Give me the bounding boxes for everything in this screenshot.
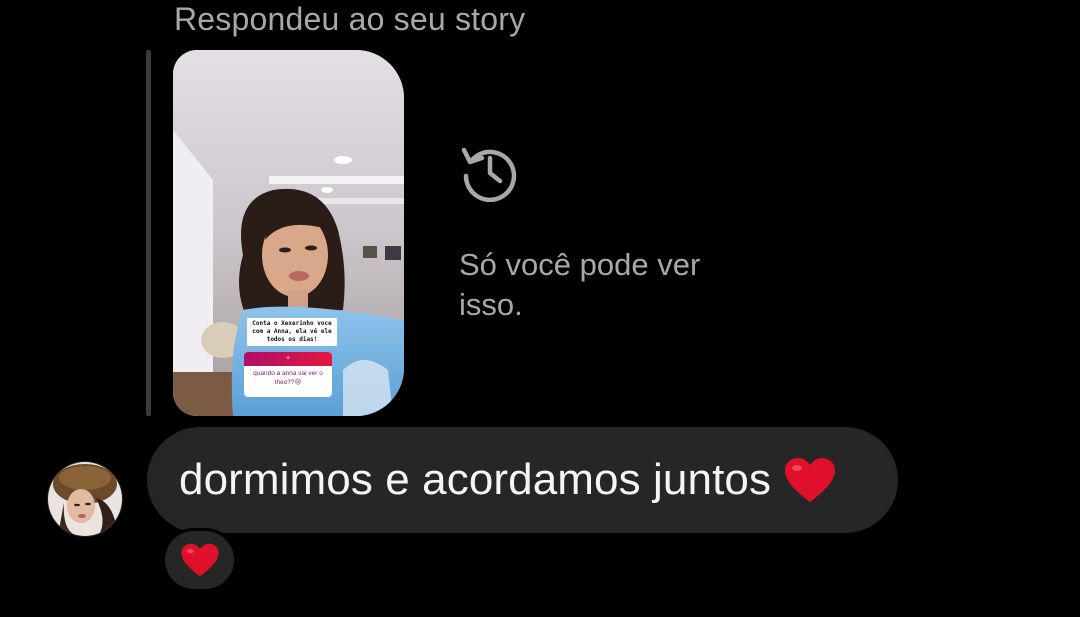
- reaction-badge[interactable]: [162, 528, 237, 592]
- avatar-photo: [48, 462, 122, 536]
- heart-reaction-icon: [180, 543, 219, 577]
- quote-bar: [146, 50, 151, 416]
- story-text-sticker: Conta o Xexerinho voce com a Anna, ela v…: [247, 318, 337, 346]
- question-sticker-answer: quando a anna vai ver o theo??😢: [253, 370, 323, 386]
- history-icon: [461, 147, 517, 202]
- message-text: dormimos e acordamos juntos: [179, 455, 772, 504]
- story-reply-header: Respondeu ao seu story: [174, 1, 526, 37]
- question-sticker: + quando a anna vai ver o theo??😢: [244, 352, 332, 397]
- visibility-notice: Só você pode ver isso.: [459, 247, 701, 322]
- dm-thread: Respondeu ao seu story Conta o Xexerinho…: [0, 0, 1080, 617]
- story-thumbnail[interactable]: Conta o Xexerinho voce com a Anna, ela v…: [173, 50, 404, 416]
- message-bubble[interactable]: dormimos e acordamos juntos: [147, 427, 898, 533]
- avatar[interactable]: [47, 461, 123, 537]
- question-sticker-header: +: [244, 352, 332, 366]
- heart-emoji-icon: [785, 458, 836, 502]
